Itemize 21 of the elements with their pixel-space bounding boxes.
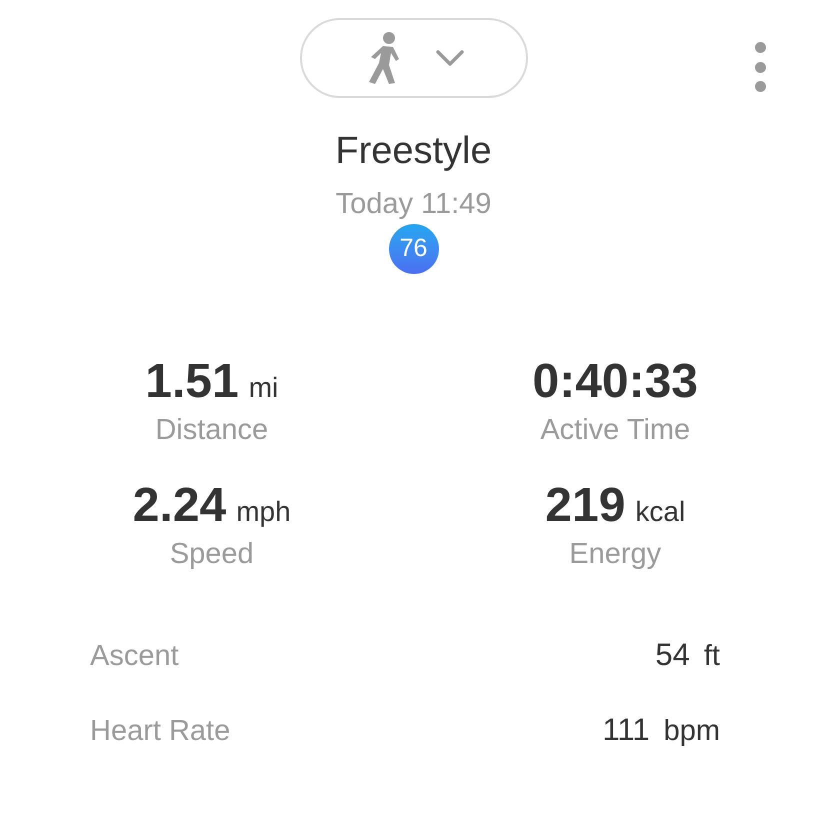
stat-unit: kcal: [635, 495, 686, 529]
detail-unit: bpm: [664, 714, 720, 748]
stat-value: 0:40:33: [532, 354, 698, 410]
stat-label: Active Time: [540, 413, 690, 448]
stat-label: Speed: [170, 537, 254, 572]
stat-label: Energy: [569, 537, 662, 572]
stat-value: 219: [545, 478, 626, 534]
stat-unit: mph: [236, 495, 291, 529]
activity-title: Freestyle: [335, 129, 492, 174]
stat-value: 2.24: [132, 478, 226, 534]
detail-value: 111: [602, 710, 650, 748]
score-badge: 76: [388, 224, 438, 274]
detail-label: Ascent: [90, 639, 179, 674]
stat-unit: mi: [248, 371, 278, 405]
detail-value: 54: [655, 636, 690, 674]
chevron-down-icon: [434, 49, 464, 67]
stat-value: 1.51: [145, 354, 239, 410]
detail-unit: ft: [704, 639, 720, 674]
detail-label: Heart Rate: [90, 714, 230, 748]
activity-time: Today 11:49: [336, 187, 492, 222]
stat-label: Distance: [155, 413, 268, 448]
